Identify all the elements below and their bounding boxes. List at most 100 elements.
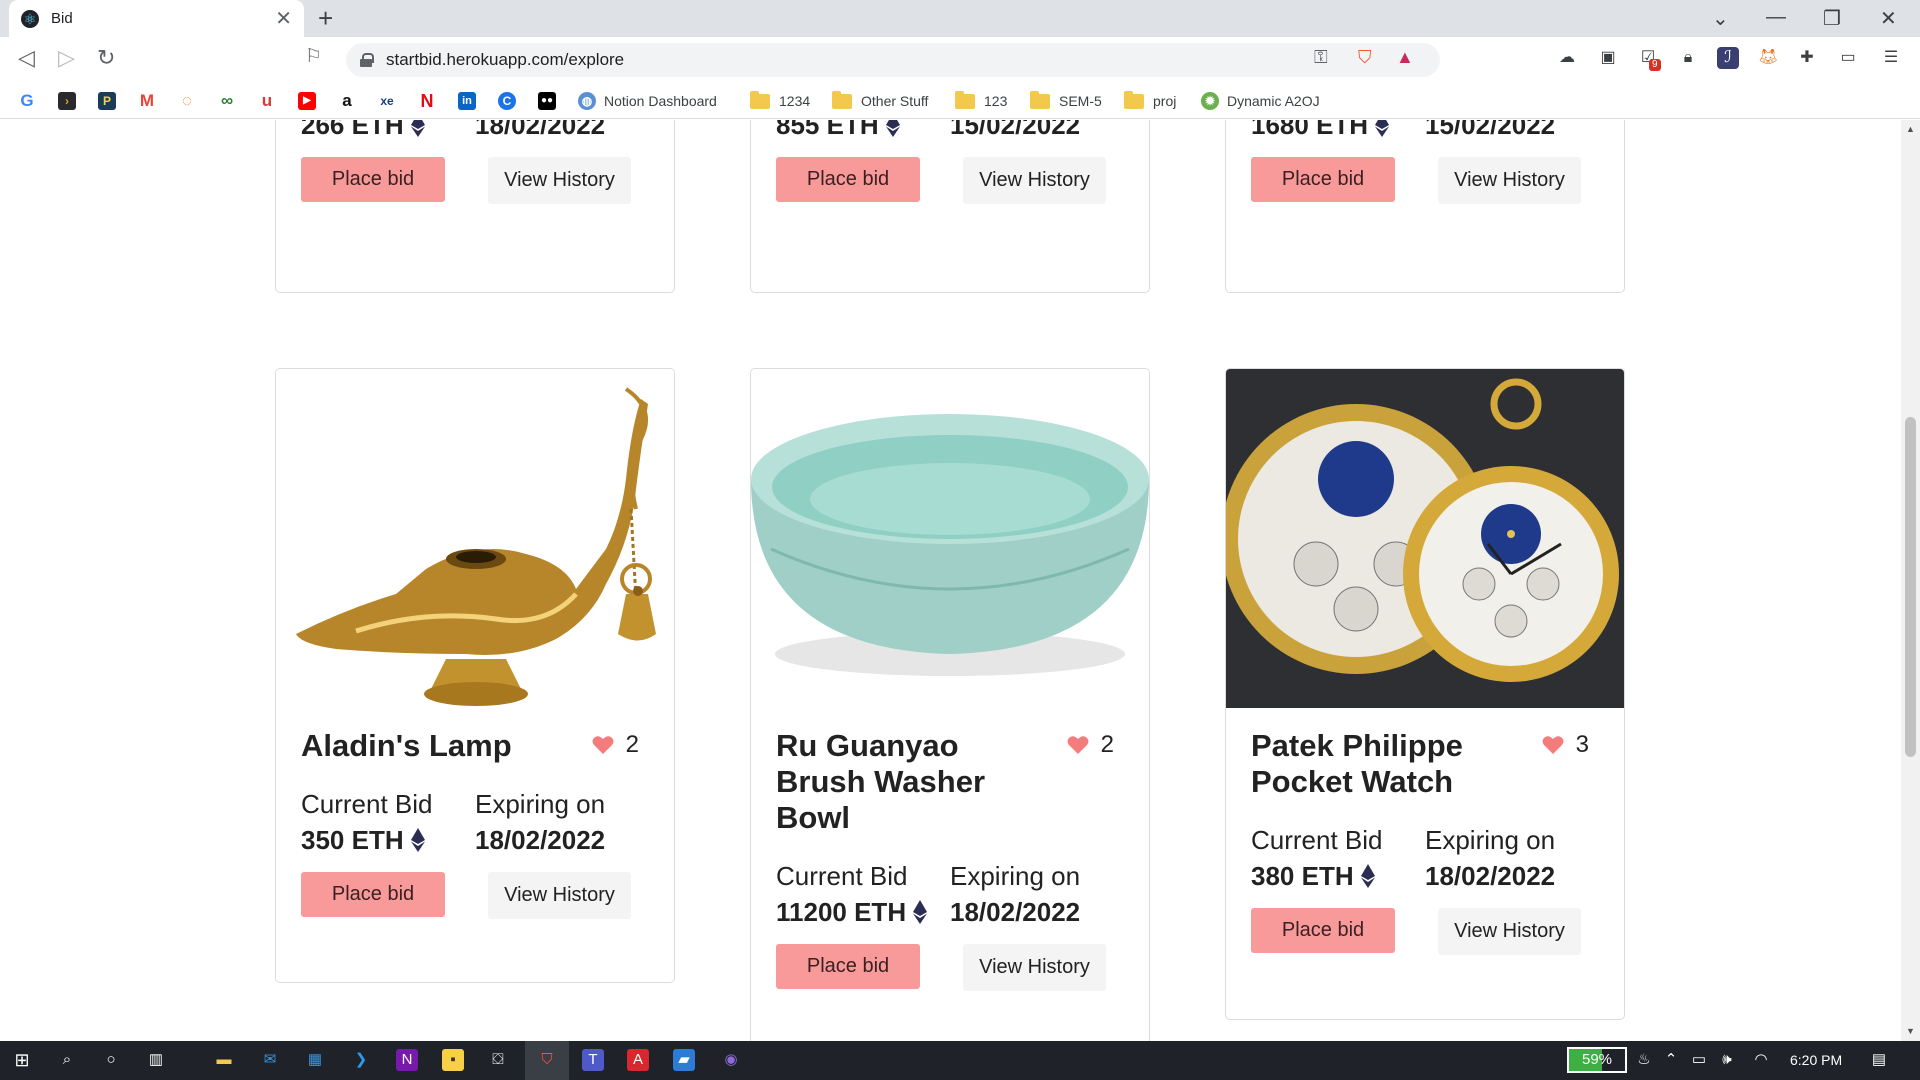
menu-icon[interactable]: ☰ [1880, 47, 1902, 69]
back-icon[interactable]: ◁ [18, 45, 35, 71]
scroll-thumb[interactable] [1905, 417, 1916, 757]
google-bookmark-icon[interactable]: G [18, 90, 44, 112]
battery-indicator[interactable]: 59% [1567, 1047, 1627, 1073]
brave-browser-icon[interactable]: ⛉ [536, 1049, 558, 1071]
close-window-icon[interactable]: ✕ [1880, 6, 1897, 31]
power-battery-icon[interactable]: ▭ [1688, 1049, 1710, 1071]
acrobat-icon[interactable]: A [627, 1049, 649, 1071]
gmail-bookmark-icon[interactable]: M [138, 90, 164, 112]
view-history-button[interactable]: View History [963, 157, 1106, 204]
current-bid-label: Current Bid [1251, 825, 1383, 855]
infinity-bookmark-icon[interactable]: ∞ [218, 90, 244, 112]
place-bid-button[interactable]: Place bid [1251, 157, 1395, 202]
place-bid-button[interactable]: Place bid [1251, 908, 1395, 953]
view-history-button[interactable]: View History [488, 157, 631, 204]
forward-icon[interactable]: ▷ [58, 45, 75, 71]
bookmark-folder-1234[interactable]: 1234 [750, 90, 810, 112]
bid-amount: 855 ETH [776, 120, 879, 140]
clock-time[interactable]: 6:20 PM [1790, 1052, 1842, 1068]
browser-tab[interactable]: ⚛ Bid ✕ [9, 0, 304, 37]
loop-bookmark-icon[interactable]: ◌ [178, 90, 204, 112]
bookmark-notion-dashboard[interactable]: ◍ Notion Dashboard [578, 90, 717, 112]
place-bid-button[interactable]: Place bid [301, 872, 445, 917]
bookmark-dynamic-a2oj[interactable]: ✹ Dynamic A2OJ [1201, 90, 1320, 112]
key-icon[interactable]: ⚿ [1314, 47, 1328, 68]
volume-icon[interactable]: 🕪︎ [1716, 1049, 1738, 1071]
checklist-extension-icon[interactable]: ☑ 9 [1637, 47, 1661, 71]
bookmark-label: proj [1153, 93, 1177, 109]
task-view-icon[interactable]: ▥ [145, 1049, 167, 1071]
scroll-up-icon[interactable]: ▲ [1906, 124, 1915, 134]
place-bid-button[interactable]: Place bid [301, 157, 445, 202]
windows-start-icon[interactable]: ⊞ [11, 1049, 33, 1071]
like-button[interactable]: 3 [1542, 731, 1589, 759]
like-button[interactable]: 2 [1067, 731, 1114, 759]
xe-bookmark-icon[interactable]: xe [378, 90, 404, 112]
brave-shield-icon[interactable]: ⛉ [1358, 47, 1372, 68]
bookmark-folder-123[interactable]: 123 [955, 90, 1007, 112]
address-bar[interactable]: startbid.herokuapp.com/explore ⚿ ⛉ ▲ [346, 43, 1440, 77]
current-bid-value: 380 ETH [1251, 856, 1425, 896]
sticky-notes-icon[interactable]: ▪ [442, 1049, 464, 1071]
item-image-pocket-watch [1226, 369, 1624, 708]
heart-icon [1542, 736, 1564, 754]
wallet-icon[interactable]: ▭ [1837, 47, 1859, 69]
c-bookmark-icon[interactable]: C [498, 90, 524, 112]
cortana-icon[interactable]: ○ [100, 1049, 122, 1071]
bookmark-icon[interactable]: ⚐ [305, 45, 322, 68]
wifi-icon[interactable]: ◠ [1750, 1049, 1772, 1071]
place-bid-button[interactable]: Place bid [776, 157, 920, 202]
reload-icon[interactable]: ↻ [97, 45, 115, 71]
new-tab-icon[interactable]: + [318, 4, 333, 32]
mail-icon[interactable]: ✉ [259, 1049, 281, 1071]
folder-icon [1030, 90, 1050, 109]
file-explorer-icon[interactable]: ▬ [213, 1049, 235, 1071]
padlock-extension-icon[interactable]: 🔒︎ [1677, 47, 1699, 69]
folder-icon [1124, 90, 1144, 109]
brave-rewards-icon[interactable]: ▲ [1396, 47, 1414, 68]
page-scrollbar[interactable]: ▲ ▼ [1901, 120, 1920, 1041]
search-icon[interactable]: ⌕ [56, 1049, 78, 1071]
flame-icon[interactable]: ♨ [1633, 1049, 1655, 1071]
linkedin-bookmark-icon[interactable]: in [458, 90, 484, 112]
view-history-button[interactable]: View History [963, 944, 1106, 991]
tray-chevron-icon[interactable]: ⌃ [1660, 1049, 1682, 1071]
p-bookmark-icon[interactable]: P [98, 90, 124, 112]
minimize-icon[interactable]: — [1766, 6, 1786, 29]
writer-extension-icon[interactable]: ℐ [1717, 47, 1739, 69]
plex-bookmark-icon[interactable]: › [58, 90, 84, 112]
youtube-bookmark-icon[interactable]: ▶ [298, 90, 324, 112]
picture-in-picture-icon[interactable]: ▣ [1597, 47, 1619, 69]
ethereum-icon [913, 900, 928, 924]
like-button[interactable]: 2 [592, 731, 639, 759]
photos-icon[interactable]: ▰ [673, 1049, 695, 1071]
metamask-icon[interactable]: 🦊︎ [1757, 47, 1779, 69]
view-history-button[interactable]: View History [1438, 157, 1581, 204]
bookmark-folder-other-stuff[interactable]: Other Stuff [832, 90, 928, 112]
auction-card-patek-philippe-watch: Patek Philippe Pocket Watch 3 Current Bi… [1225, 368, 1625, 1020]
view-history-button[interactable]: View History [488, 872, 631, 919]
place-bid-button[interactable]: Place bid [776, 944, 920, 989]
teams-icon[interactable]: T [582, 1049, 604, 1071]
onenote-icon[interactable]: N [396, 1049, 418, 1071]
store-icon[interactable]: ⛋ [487, 1049, 509, 1071]
netflix-bookmark-icon[interactable]: N [418, 90, 444, 112]
script-bookmark-icon[interactable]: u [258, 90, 284, 112]
item-image-lamp [276, 369, 674, 708]
view-history-button[interactable]: View History [1438, 908, 1581, 955]
calendar-icon[interactable]: ▦ [304, 1049, 326, 1071]
medium-bookmark-icon[interactable]: ●● [538, 90, 564, 112]
bookmark-folder-proj[interactable]: proj [1124, 90, 1176, 112]
extensions-puzzle-icon[interactable]: ✚ [1796, 47, 1818, 69]
vscode-icon[interactable]: ❯ [350, 1049, 372, 1071]
close-tab-icon[interactable]: ✕ [275, 6, 292, 31]
amazon-bookmark-icon[interactable]: a [338, 90, 364, 112]
tab-search-chevron-icon[interactable]: ⌄ [1712, 6, 1729, 31]
extension-cloud-icon[interactable]: ☁ [1556, 47, 1578, 69]
folder-icon [750, 90, 770, 109]
obs-icon[interactable]: ◉ [720, 1049, 742, 1071]
restore-icon[interactable]: ❐ [1823, 6, 1841, 31]
bookmark-folder-sem-5[interactable]: SEM-5 [1030, 90, 1102, 112]
notifications-icon[interactable]: ▤ [1868, 1049, 1890, 1071]
scroll-down-icon[interactable]: ▼ [1906, 1026, 1915, 1036]
